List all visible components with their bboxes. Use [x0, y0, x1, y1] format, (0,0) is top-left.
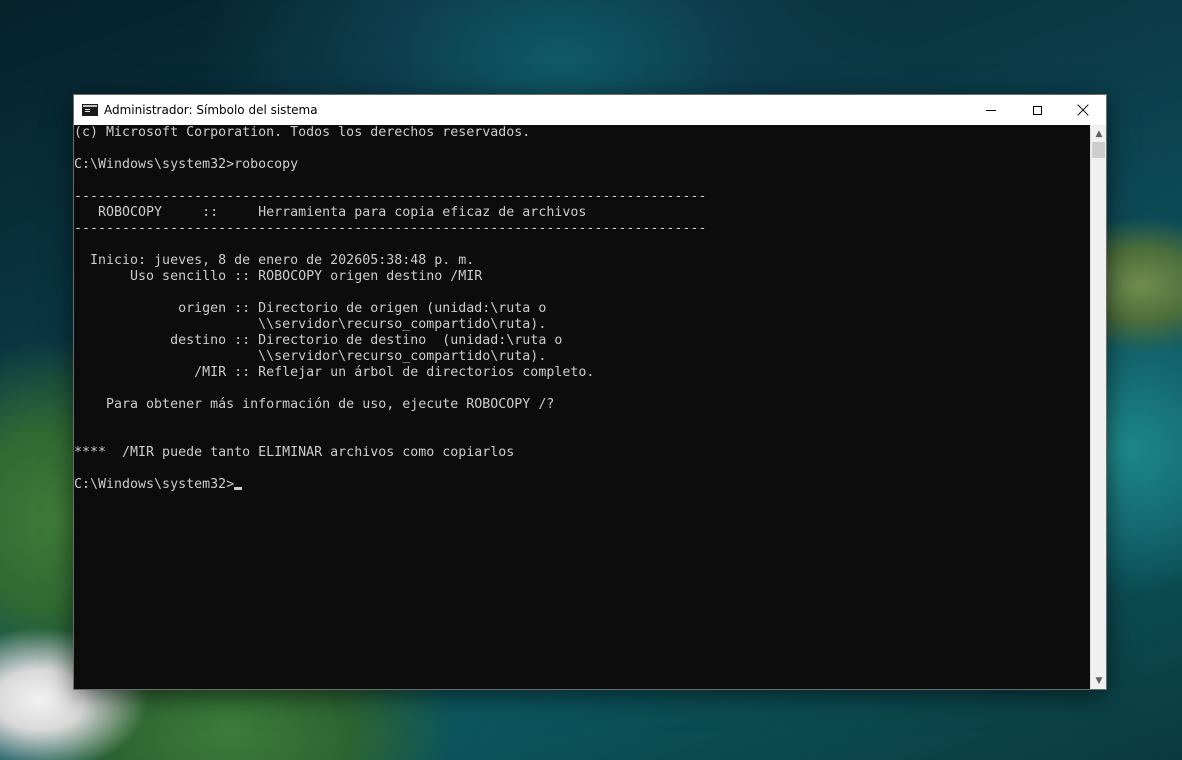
- console-line: \\servidor\recurso_compartido\ruta).: [74, 317, 547, 332]
- console-line: \\servidor\recurso_compartido\ruta).: [74, 349, 547, 364]
- text-cursor: [234, 487, 243, 490]
- console-line: (c) Microsoft Corporation. Todos los der…: [74, 125, 531, 140]
- console-line: /MIR :: Reflejar un árbol de directorios…: [74, 365, 595, 380]
- console-line: C:\Windows\system32>: [74, 477, 1090, 493]
- console-line: **** /MIR puede tanto ELIMINAR archivos …: [74, 445, 515, 460]
- cmd-window: Administrador: Símbolo del sistema (c) M…: [73, 94, 1107, 690]
- scroll-thumb[interactable]: [1092, 142, 1105, 158]
- console-line: Inicio: jueves, 8 de enero de 202605:38:…: [74, 253, 475, 268]
- console-line: Uso sencillo :: ROBOCOPY origen destino …: [74, 269, 483, 284]
- scroll-down-arrow-icon[interactable]: ▼: [1091, 672, 1107, 689]
- vertical-scrollbar[interactable]: ▲ ▼: [1090, 125, 1106, 689]
- minimize-button[interactable]: [968, 95, 1014, 125]
- console-text: (c) Microsoft Corporation. Todos los der…: [74, 125, 1090, 493]
- scroll-up-arrow-icon[interactable]: ▲: [1091, 125, 1107, 142]
- console-line: ROBOCOPY :: Herramienta para copia efica…: [74, 205, 587, 220]
- maximize-icon: [1032, 105, 1042, 115]
- caption-buttons: [968, 95, 1106, 125]
- cmd-icon[interactable]: [82, 104, 98, 116]
- console-line: origen :: Directorio de origen (unidad:\…: [74, 301, 547, 316]
- console-line: Para obtener más información de uso, eje…: [74, 397, 555, 412]
- close-icon: [1077, 104, 1089, 116]
- maximize-button[interactable]: [1014, 95, 1060, 125]
- minimize-icon: [986, 109, 996, 111]
- console-output[interactable]: (c) Microsoft Corporation. Todos los der…: [74, 125, 1090, 689]
- close-button[interactable]: [1060, 95, 1106, 125]
- console-line: destino :: Directorio de destino (unidad…: [74, 333, 563, 348]
- console-line: ----------------------------------------…: [74, 189, 707, 204]
- title-bar[interactable]: Administrador: Símbolo del sistema: [74, 95, 1106, 125]
- window-title: Administrador: Símbolo del sistema: [104, 103, 318, 117]
- console-line: C:\Windows\system32>robocopy: [74, 157, 299, 172]
- console-line: ----------------------------------------…: [74, 221, 707, 236]
